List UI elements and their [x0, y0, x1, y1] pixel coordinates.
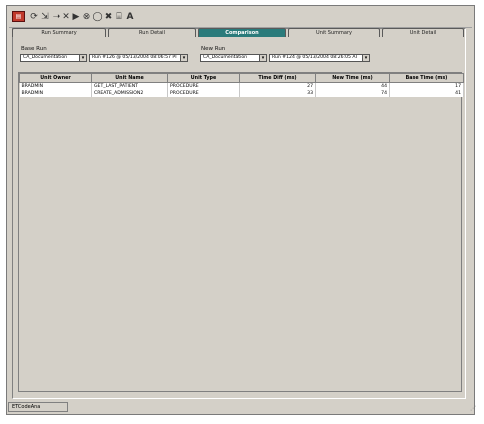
new-run-label: New Run — [201, 46, 226, 52]
cell-time-diff: 27 — [239, 82, 316, 90]
column-header-time-diff[interactable]: Time Diff (ms) — [239, 73, 316, 83]
cell-time-diff: 33 — [239, 90, 316, 97]
play-icon[interactable]: ▶ — [72, 11, 80, 23]
tab-run-summary[interactable]: Run Summary — [12, 28, 106, 37]
stop-icon[interactable]: ⊗ — [82, 11, 91, 23]
cell-unit-owner: BRADMIN — [19, 82, 92, 90]
new-run-connection-value: CA_Documentation — [203, 55, 248, 60]
cell-base-time: 17 — [389, 82, 464, 90]
base-run-value: Run #126 @ 05/13/2004 08:06:57 PI — [92, 55, 177, 60]
column-header-unit-type[interactable]: Unit Type — [167, 73, 240, 83]
table-header-row: Unit Owner Unit Name Unit Type Time Diff… — [19, 73, 464, 83]
base-run-select[interactable]: Run #126 @ 05/13/2004 08:06:57 PI ▾ — [89, 54, 188, 62]
export-icon[interactable]: ⇲ — [40, 11, 50, 23]
arrow-right-icon[interactable]: ➝ — [52, 11, 61, 23]
cell-unit-type: PROCEDURE — [167, 90, 240, 97]
column-header-unit-name[interactable]: Unit Name — [91, 73, 168, 83]
tab-unit-detail[interactable]: Unit Detail — [382, 28, 464, 37]
new-run-value: Run #124 @ 05/13/2004 08:26:05 AI — [272, 55, 357, 60]
base-run-connection-select[interactable]: CA_Documentation ▾ — [20, 54, 87, 62]
cell-unit-name: CREATE_ADMISSION2 — [91, 90, 168, 97]
comparison-table: Unit Owner Unit Name Unit Type Time Diff… — [19, 73, 464, 97]
table-row[interactable]: BRADMIN GET_LAST_PATIENT PROCEDURE 27 44… — [19, 82, 464, 90]
tab-unit-summary[interactable]: Unit Summary — [288, 28, 380, 37]
table-row[interactable]: BRADMIN CREATE_ADMISSION2 PROCEDURE 33 7… — [19, 90, 464, 97]
font-icon[interactable]: A — [125, 11, 135, 23]
pause-icon[interactable]: ◯ — [92, 11, 102, 23]
cell-unit-type: PROCEDURE — [167, 82, 240, 90]
tab-comparison[interactable]: Comparison — [198, 28, 286, 37]
tab-bar: Run Summary Run Detail Comparison Unit S… — [12, 28, 464, 38]
toolbar: ▤ ⟳ ⇲ ➝ ✕ ▶ ⊗ ◯ ✖ ⌸ A — [9, 8, 472, 28]
column-header-base-time[interactable]: Base Time (ms) — [389, 73, 464, 83]
resize-grip-icon[interactable]: ⋰ — [470, 405, 478, 413]
cell-unit-owner: BRADMIN — [19, 90, 92, 97]
tab-run-detail[interactable]: Run Detail — [108, 28, 196, 37]
base-run-label: Base Run — [21, 46, 47, 52]
chevron-down-icon[interactable]: ▾ — [79, 55, 86, 61]
delete-icon[interactable]: ✖ — [104, 11, 113, 23]
new-run-select[interactable]: Run #124 @ 05/13/2004 08:26:05 AI ▾ — [269, 54, 370, 62]
chevron-down-icon[interactable]: ▾ — [180, 55, 187, 61]
chevron-down-icon[interactable]: ▾ — [362, 55, 369, 61]
document-icon[interactable]: ⌸ — [115, 11, 123, 23]
chevron-down-icon[interactable]: ▾ — [259, 55, 266, 61]
column-header-unit-owner[interactable]: Unit Owner — [19, 73, 92, 83]
app-logo-icon[interactable]: ▤ — [12, 11, 25, 22]
base-run-connection-value: CA_Documentation — [23, 55, 68, 60]
cell-new-time: 74 — [315, 90, 390, 97]
cell-base-time: 41 — [389, 90, 464, 97]
sync-icon[interactable]: ⟳ — [29, 11, 39, 23]
close-x-icon[interactable]: ✕ — [62, 11, 70, 23]
bottom-tab-etcodeana[interactable]: ETCodeAna — [8, 402, 68, 412]
new-run-connection-select[interactable]: CA_Documentation ▾ — [200, 54, 267, 62]
column-header-new-time[interactable]: New Time (ms) — [315, 73, 390, 83]
cell-new-time: 44 — [315, 82, 390, 90]
cell-unit-name: GET_LAST_PATIENT — [91, 82, 168, 90]
comparison-grid: Unit Owner Unit Name Unit Type Time Diff… — [18, 72, 464, 392]
